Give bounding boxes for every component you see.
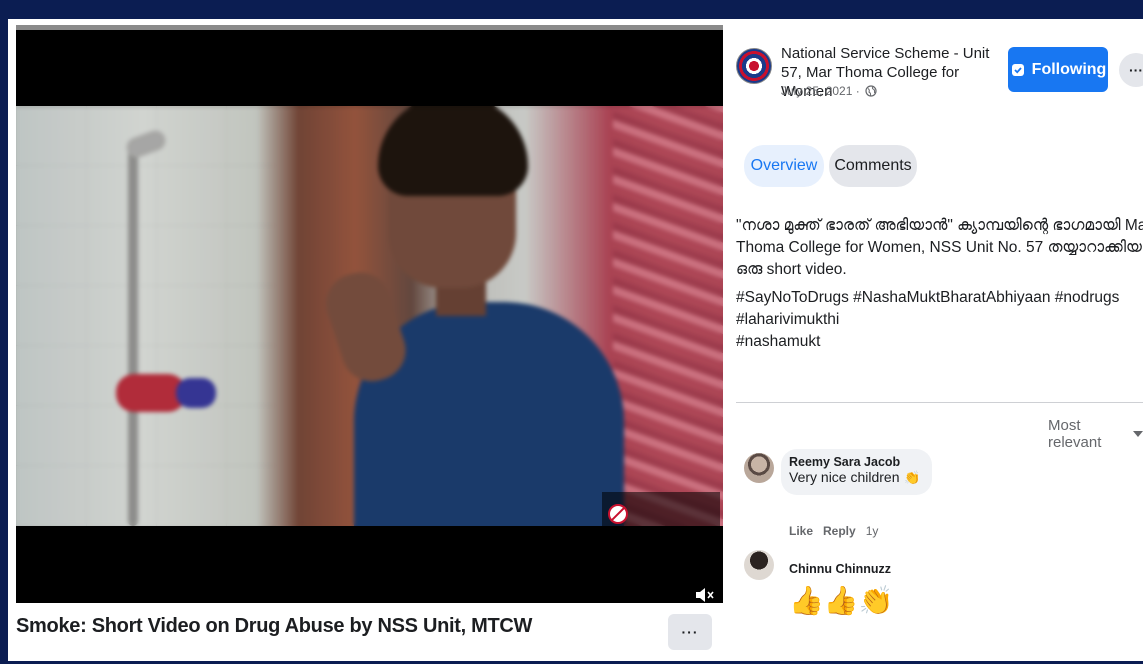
comment-bubble: Reemy Sara Jacob Very nice children 👏	[781, 449, 933, 495]
following-label: Following	[1031, 60, 1107, 78]
clapping-hands-icon: 👏	[903, 470, 921, 485]
comment-author[interactable]: Reemy Sara Jacob	[789, 455, 920, 469]
page-avatar[interactable]	[736, 48, 772, 84]
comment-emoji: 👍👍👏	[789, 585, 894, 616]
video-more-button[interactable]: ···	[668, 614, 712, 650]
like-link[interactable]: Like	[789, 524, 813, 538]
no-smoking-watermark	[602, 492, 720, 536]
comment-text: Very nice children	[789, 469, 900, 485]
commenter-avatar[interactable]	[744, 550, 774, 580]
tab-comments[interactable]: Comments	[829, 145, 917, 187]
post-date[interactable]: July 25, 2021 ·	[781, 84, 877, 98]
post-hashtags-2: #nashamukt	[736, 333, 821, 350]
post-details-panel: National Service Scheme - Unit 57, Mar T…	[723, 19, 1143, 661]
globe-icon	[865, 85, 877, 97]
video-title: Smoke: Short Video on Drug Abuse by NSS …	[16, 615, 533, 637]
blur-overlay	[16, 106, 723, 526]
mute-button[interactable]	[692, 584, 718, 603]
comment-filter-label: Most relevant	[1048, 417, 1102, 451]
video-column: Smoke: Short Video on Drug Abuse by NSS …	[8, 19, 723, 661]
speaker-muted-icon	[696, 588, 714, 602]
comment-filter-dropdown[interactable]: Most relevant	[1048, 417, 1143, 451]
comment-age[interactable]: 1y	[866, 524, 879, 538]
commenter-avatar[interactable]	[744, 453, 774, 483]
comment-author[interactable]: Chinnu Chinnuzz	[789, 562, 891, 576]
following-button[interactable]: Following	[1008, 47, 1108, 92]
divider	[736, 402, 1143, 403]
post-hashtags: #SayNoToDrugs #NashaMuktBharatAbhiyaan #…	[736, 289, 1120, 328]
post-date-text: July 25, 2021 ·	[781, 84, 860, 98]
video-player[interactable]	[16, 30, 723, 603]
reply-link[interactable]: Reply	[823, 524, 856, 538]
post-description: "നശാ മുക്ത് ഭാരത് അഭിയാൻ" ക്യാമ്പയിന്റെ …	[736, 217, 1143, 278]
post-text: "നശാ മുക്ത് ഭാരത് അഭിയാൻ" ക്യാമ്പയിന്റെ …	[736, 215, 1143, 359]
video-frame	[16, 106, 723, 526]
post-more-button[interactable]: ···	[1119, 53, 1143, 87]
no-smoking-icon	[608, 504, 628, 524]
comment-actions: Like Reply 1y	[789, 524, 878, 538]
caret-down-icon	[1133, 431, 1143, 437]
following-check-icon	[1011, 63, 1024, 76]
tab-overview[interactable]: Overview	[744, 145, 824, 187]
video-post-viewer: Smoke: Short Video on Drug Abuse by NSS …	[8, 19, 1143, 661]
